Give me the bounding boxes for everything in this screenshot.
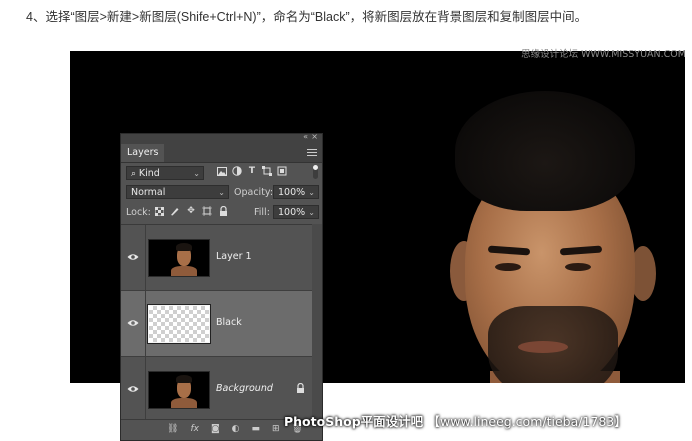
watermark-bottom: PhotoShop平面设计吧 【www.lineeg.com/tieba/178…: [284, 411, 627, 430]
fx-button[interactable]: fx: [190, 424, 199, 434]
filter-toggle-switch[interactable]: [313, 165, 318, 179]
layer-name[interactable]: Background: [216, 383, 273, 394]
link-icon[interactable]: ⛓: [167, 424, 178, 434]
panel-titlebar: « ×: [121, 132, 322, 144]
chevron-down-icon: ⌄: [308, 188, 315, 197]
smart-object-filter-icon[interactable]: [277, 166, 287, 176]
layer-name[interactable]: Black: [216, 317, 242, 328]
blend-mode-value: Normal: [131, 187, 166, 198]
fill-label: Fill:: [254, 207, 270, 218]
shape-filter-icon[interactable]: [262, 166, 272, 176]
portrait-lips: [518, 341, 568, 353]
collapse-panel-icon[interactable]: «: [303, 132, 308, 141]
lock-transparent-pixels-icon[interactable]: [154, 206, 164, 216]
tab-layers[interactable]: Layers: [121, 144, 165, 162]
layer-row-black[interactable]: Black: [121, 291, 322, 357]
layer-row-layer-1[interactable]: Layer 1: [121, 225, 322, 291]
eye-icon[interactable]: [127, 319, 139, 327]
new-layer-icon[interactable]: ⊞: [272, 424, 280, 434]
panel-menu-icon[interactable]: [307, 147, 317, 157]
layer-thumbnail-transparent: [147, 304, 211, 344]
panel-tab-row: Layers: [121, 144, 322, 163]
filter-kind-select[interactable]: ⌕ Kind ⌄: [126, 166, 204, 180]
lock-position-icon[interactable]: ✥: [186, 206, 196, 216]
portrait-eye-left: [495, 263, 521, 271]
opacity-label: Opacity:: [234, 187, 274, 198]
blend-mode-select[interactable]: Normal ⌄: [126, 185, 229, 199]
layers-list: Layer 1 Black Background: [121, 224, 322, 423]
eye-icon[interactable]: [127, 253, 139, 261]
lock-all-icon[interactable]: [218, 206, 228, 216]
chevron-down-icon: ⌄: [193, 169, 200, 178]
lock-label: Lock:: [126, 207, 151, 218]
layer-thumbnail: [148, 371, 210, 409]
portrait-eye-right: [565, 263, 591, 271]
type-filter-icon[interactable]: T: [247, 166, 257, 176]
watermark-brand: PhotoShop平面设计吧: [284, 414, 424, 429]
close-panel-icon[interactable]: ×: [311, 132, 318, 141]
layers-panel: « × Layers ⌕ Kind ⌄ T Normal ⌄ Opacity: …: [120, 132, 323, 441]
image-filter-icon[interactable]: [217, 166, 227, 176]
fill-field[interactable]: 100% ⌄: [273, 205, 319, 219]
lock-image-pixels-icon[interactable]: [170, 206, 180, 216]
chevron-down-icon: ⌄: [218, 188, 225, 197]
mask-icon[interactable]: ◙: [211, 424, 220, 434]
lock-icon: [296, 382, 306, 393]
blend-row: Normal ⌄ Opacity: 100% ⌄: [121, 183, 322, 203]
opacity-value: 100%: [278, 187, 306, 198]
layers-scrollbar[interactable]: [312, 224, 322, 420]
search-icon: ⌕: [131, 169, 139, 179]
filter-kind-label: Kind: [138, 168, 160, 179]
chevron-down-icon: ⌄: [308, 208, 315, 217]
eye-icon[interactable]: [127, 385, 139, 393]
layer-name[interactable]: Layer 1: [216, 251, 252, 262]
opacity-field[interactable]: 100% ⌄: [273, 185, 319, 199]
watermark-top: 思缘设计论坛 WWW.MISSYUAN.COM: [521, 49, 686, 60]
adjustment-filter-icon[interactable]: [232, 166, 242, 176]
layer-thumbnail: [148, 239, 210, 277]
portrait-hair: [455, 91, 635, 211]
lock-artboard-icon[interactable]: [202, 206, 212, 216]
lock-row: Lock: ✥ Fill: 100% ⌄: [121, 203, 322, 223]
fill-value: 100%: [278, 207, 306, 218]
watermark-url: 【www.lineeg.com/tieba/1783】: [427, 414, 627, 429]
instruction-text: 4、选择“图层>新建>新图层(Shife+Ctrl+N)”，命名为“Black”…: [26, 10, 588, 24]
group-icon[interactable]: ▬: [252, 424, 261, 434]
adjustment-icon[interactable]: ◐: [232, 424, 240, 434]
filter-row: ⌕ Kind ⌄ T: [121, 163, 322, 183]
